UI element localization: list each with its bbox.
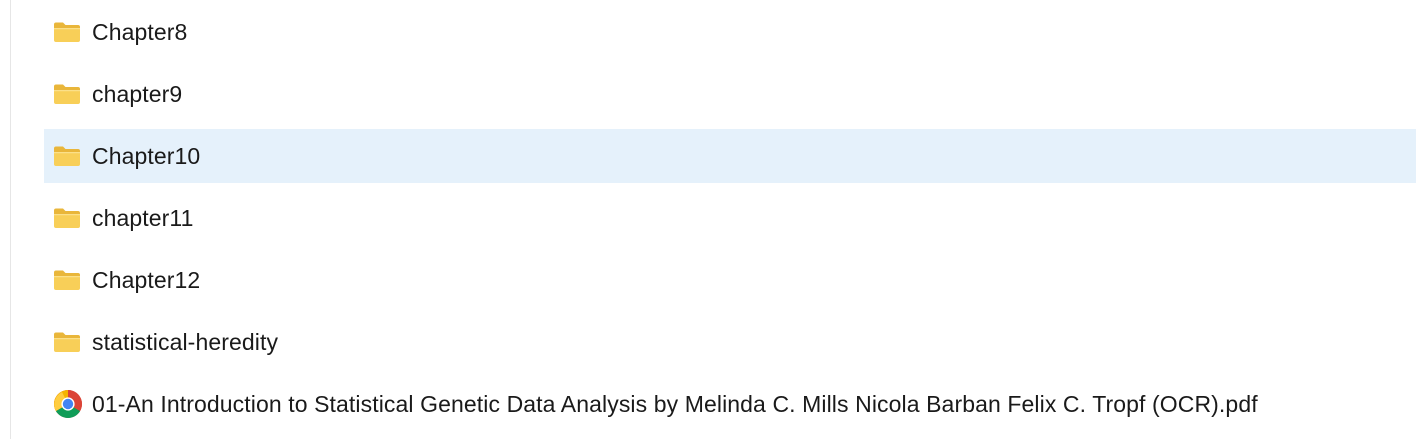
file-name: 01-An Introduction to Statistical Geneti… [92,390,1258,417]
file-name: Chapter8 [92,18,188,45]
list-item-chapter11[interactable]: chapter11 [44,191,1416,245]
folder-icon [53,20,83,44]
pane-divider [10,0,11,439]
folder-icon [53,206,83,230]
file-explorer-pane: Chapter8 chapter9 Chapter10 chapter11 Ch [0,0,1416,439]
list-item-chapter12[interactable]: Chapter12 [44,253,1416,307]
folder-icon [53,144,83,168]
file-name: Chapter10 [92,142,201,169]
list-item-pdf-file[interactable]: 01-An Introduction to Statistical Geneti… [44,377,1416,431]
chrome-pdf-icon [53,390,83,418]
list-item-statistical-heredity[interactable]: statistical-heredity [44,315,1416,369]
file-name: statistical-heredity [92,328,279,355]
folder-icon [53,82,83,106]
list-item-chapter9[interactable]: chapter9 [44,67,1416,121]
file-name: Chapter12 [92,266,201,293]
file-name: chapter11 [92,204,194,231]
folder-icon [53,268,83,292]
file-name: chapter9 [92,80,183,107]
file-list: Chapter8 chapter9 Chapter10 chapter11 Ch [44,5,1416,439]
list-item-chapter10[interactable]: Chapter10 [44,129,1416,183]
folder-icon [53,330,83,354]
list-item-chapter8[interactable]: Chapter8 [44,5,1416,59]
